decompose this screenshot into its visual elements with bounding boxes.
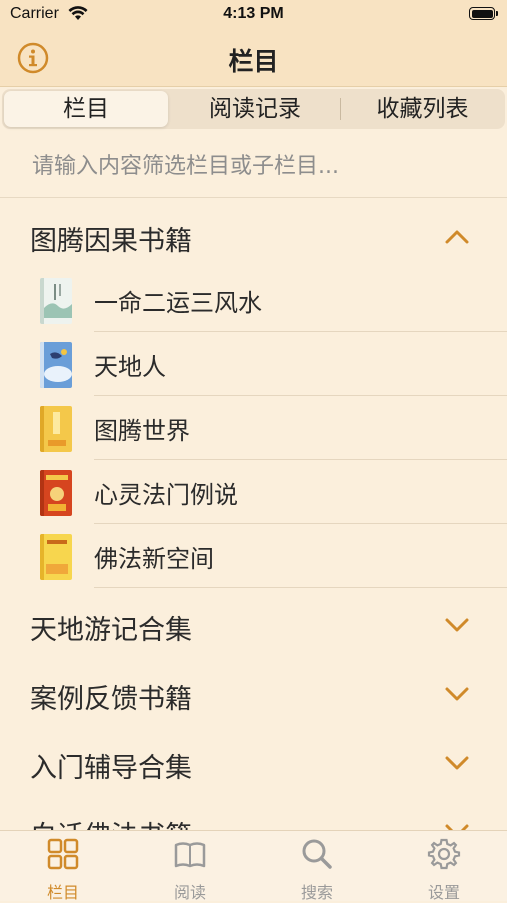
book-title: 心灵法门例说 — [94, 481, 238, 509]
nav-bar: 栏目 — [0, 30, 507, 87]
tabbar-label: 设置 — [427, 883, 460, 902]
section-label: 图腾因果书籍 — [30, 226, 192, 257]
book-cover — [40, 406, 72, 452]
book-item[interactable]: 图腾世界 — [0, 396, 507, 460]
book-cover — [40, 278, 72, 324]
section-label: 入门辅导合集 — [30, 753, 192, 784]
book-title: 天地人 — [94, 353, 166, 381]
tabbar-label: 搜索 — [300, 883, 333, 902]
book-title: 佛法新空间 — [94, 545, 214, 573]
tab-columns[interactable]: 栏目 — [4, 91, 168, 127]
book-item[interactable]: 一命二运三风水 — [0, 268, 507, 332]
section-header[interactable]: 入门辅导合集 — [0, 732, 507, 798]
book-cover — [40, 342, 72, 388]
row-separator — [94, 587, 507, 588]
section-header[interactable]: 案例反馈书籍 — [0, 663, 507, 729]
section-label: 案例反馈书籍 — [30, 684, 192, 715]
filter-input[interactable] — [30, 147, 494, 185]
tab-bar: 栏目 阅读 搜索 设置 — [0, 830, 507, 902]
clock: 4:13 PM — [223, 5, 284, 22]
page-title: 栏目 — [228, 47, 279, 76]
search-icon — [302, 839, 332, 869]
section-label: 天地游记合集 — [30, 615, 192, 646]
filter-bar — [0, 133, 507, 198]
chevron-up-icon — [445, 230, 469, 244]
tabbar-item-columns[interactable]: 栏目 — [0, 831, 126, 902]
book-icon — [174, 842, 206, 868]
battery-icon — [469, 7, 498, 20]
chevron-down-icon — [445, 618, 469, 632]
book-title: 图腾世界 — [94, 417, 190, 445]
chevron-down-icon — [445, 687, 469, 701]
section-header[interactable]: 图腾因果书籍 — [0, 205, 507, 271]
segment-divider — [340, 98, 341, 120]
gear-icon — [427, 838, 461, 870]
book-item[interactable]: 心灵法门例说 — [0, 460, 507, 524]
segmented-control: 栏目 阅读记录 收藏列表 — [2, 89, 505, 129]
section-header[interactable]: 天地游记合集 — [0, 594, 507, 660]
tab-favorites[interactable]: 收藏列表 — [342, 91, 503, 127]
tabbar-item-search[interactable]: 搜索 — [254, 831, 380, 902]
tabbar-item-reading[interactable]: 阅读 — [127, 831, 253, 902]
book-title: 一命二运三风水 — [94, 289, 262, 317]
status-bar: Carrier 4:13 PM — [0, 0, 507, 30]
tabbar-label: 阅读 — [173, 883, 206, 902]
chevron-down-icon — [445, 756, 469, 770]
tabbar-label: 栏目 — [46, 883, 79, 902]
book-item[interactable]: 佛法新空间 — [0, 524, 507, 588]
tab-reading-history[interactable]: 阅读记录 — [172, 91, 338, 127]
tabbar-item-settings[interactable]: 设置 — [381, 831, 507, 902]
grid-icon — [47, 838, 79, 870]
book-item[interactable]: 天地人 — [0, 332, 507, 396]
book-cover — [40, 534, 72, 580]
book-cover — [40, 470, 72, 516]
